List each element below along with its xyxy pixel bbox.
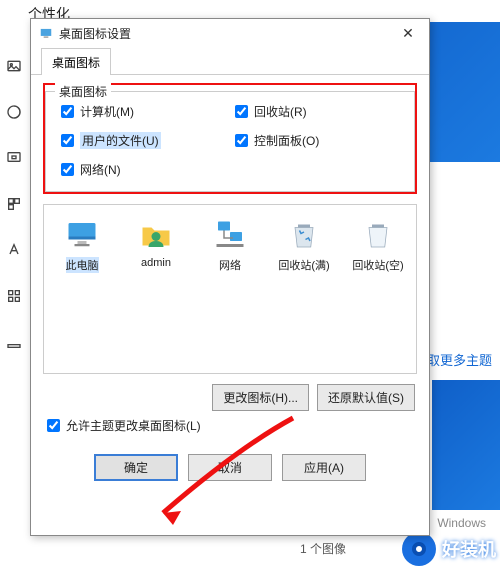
checkbox-control-panel[interactable]: 控制面板(O) xyxy=(235,132,399,149)
brand-text: 好装机 xyxy=(442,536,496,562)
background-icon[interactable] xyxy=(6,58,22,74)
user-folder-icon xyxy=(138,217,174,253)
tab-desktop-icons[interactable]: 桌面图标 xyxy=(41,48,111,75)
titlebar: 桌面图标设置 ✕ xyxy=(31,19,429,47)
fonts-icon[interactable] xyxy=(6,242,22,258)
monitor-icon xyxy=(64,217,100,253)
desktop-icon-settings-dialog: 桌面图标设置 ✕ 桌面图标 桌面图标 计算机(M) 回收站(R) 用户的文件(U… xyxy=(30,18,430,536)
windows-watermark: Windows xyxy=(437,516,486,530)
checkbox-recycle-bin[interactable]: 回收站(R) xyxy=(235,103,399,120)
image-count-label: 1 个图像 xyxy=(300,540,346,557)
cancel-button[interactable]: 取消 xyxy=(188,454,272,481)
recycle-full-icon xyxy=(286,217,322,253)
themes-icon[interactable] xyxy=(6,196,22,212)
brand-logo: 好装机 xyxy=(402,532,496,566)
close-icon[interactable]: ✕ xyxy=(395,25,421,42)
desktop-preview-thumb[interactable] xyxy=(432,380,500,510)
start-icon[interactable] xyxy=(6,288,22,304)
network-icon xyxy=(212,217,248,253)
taskbar-icon[interactable] xyxy=(6,334,22,350)
tab-bar: 桌面图标 xyxy=(31,47,429,75)
checkbox-user-files[interactable]: 用户的文件(U) xyxy=(61,132,225,149)
checkbox-computer[interactable]: 计算机(M) xyxy=(61,103,225,120)
settings-left-rail xyxy=(0,28,28,568)
icon-network[interactable]: 网络 xyxy=(202,217,258,273)
checkbox-allow-theme[interactable]: 允许主题更改桌面图标(L) xyxy=(47,417,413,434)
icon-recycle-full[interactable]: 回收站(满) xyxy=(276,217,332,273)
checkbox-network[interactable]: 网络(N) xyxy=(61,161,225,178)
icon-preview-panel: 此电脑 admin 网络 回收站(满) 回收站(空) xyxy=(43,204,417,374)
lockscreen-icon[interactable] xyxy=(6,150,22,166)
desktop-icons-group: 桌面图标 计算机(M) 回收站(R) 用户的文件(U) 控制面板(O) 网络(N… xyxy=(43,83,417,194)
icon-this-pc[interactable]: 此电脑 xyxy=(54,217,110,273)
brand-icon xyxy=(402,532,436,566)
change-icon-button[interactable]: 更改图标(H)... xyxy=(212,384,309,411)
dialog-title: 桌面图标设置 xyxy=(59,25,395,42)
colors-icon[interactable] xyxy=(6,104,22,120)
recycle-empty-icon xyxy=(360,217,396,253)
restore-default-button[interactable]: 还原默认值(S) xyxy=(317,384,415,411)
icon-admin[interactable]: admin xyxy=(128,217,184,269)
icon-recycle-empty[interactable]: 回收站(空) xyxy=(350,217,406,273)
apply-button[interactable]: 应用(A) xyxy=(282,454,366,481)
dialog-icon xyxy=(39,26,53,40)
ok-button[interactable]: 确定 xyxy=(94,454,178,481)
